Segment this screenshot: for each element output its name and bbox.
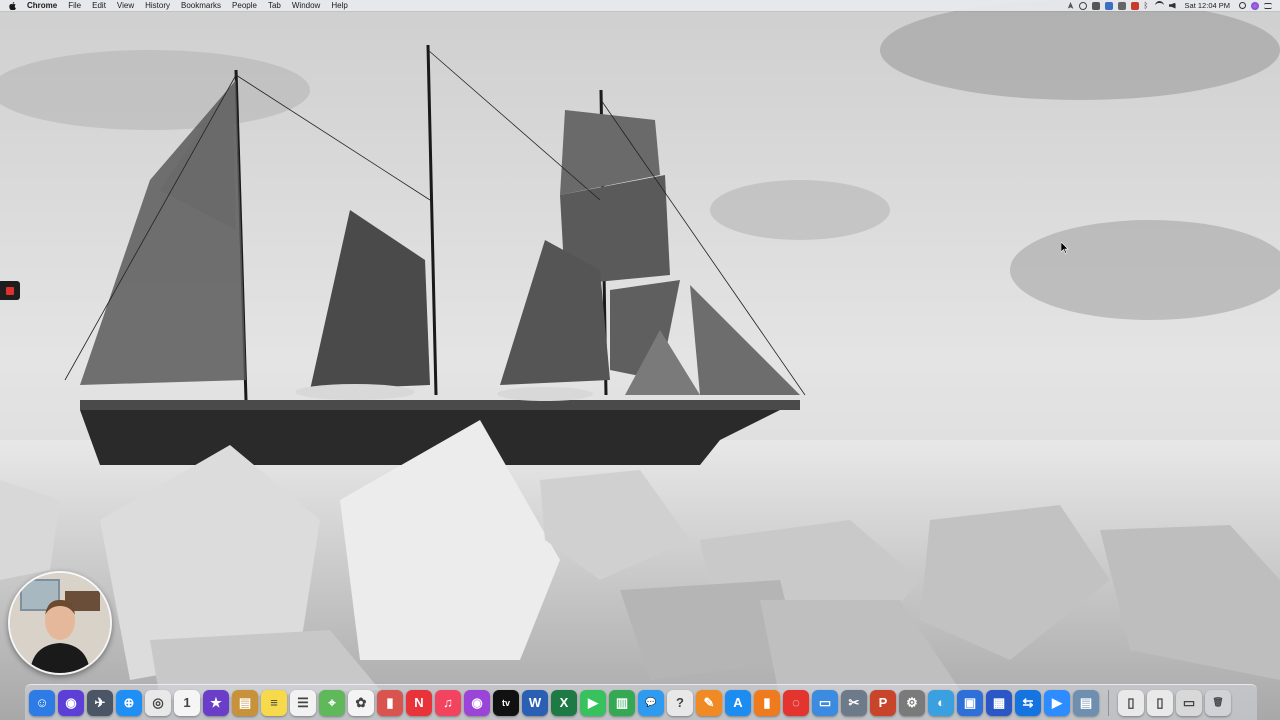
dropbox-icon[interactable]	[1104, 1, 1113, 10]
finder-icon[interactable]: ☺	[29, 689, 55, 716]
menu-bar-status-area: ᛒ Sat 12:04 PM	[1067, 0, 1280, 11]
apple-tv-icon[interactable]: tv	[493, 689, 519, 716]
dock-separator	[1108, 689, 1109, 716]
menu-bar: Chrome File Edit View History Bookmarks …	[0, 0, 1280, 11]
menu-window[interactable]: Window	[292, 0, 320, 11]
recording-indicator[interactable]	[0, 281, 20, 300]
excel-icon[interactable]: X	[551, 689, 577, 716]
stop-record-icon	[6, 286, 14, 295]
siri-icon[interactable]: ◉	[58, 689, 84, 716]
adobe-icon[interactable]	[1091, 1, 1100, 10]
books-icon[interactable]: ▮	[754, 689, 780, 716]
network-icon[interactable]: ◐	[928, 689, 954, 716]
screen-record-icon[interactable]	[1078, 1, 1087, 10]
menu-edit[interactable]: Edit	[92, 0, 106, 11]
music-icon[interactable]: ♫	[435, 689, 461, 716]
zoom-icon[interactable]: ▶	[1044, 689, 1070, 716]
extension-icon[interactable]	[1130, 1, 1139, 10]
numbers-icon[interactable]: ▥	[609, 689, 635, 716]
launchpad-icon[interactable]: ✈	[87, 689, 113, 716]
apple-menu-icon[interactable]	[9, 1, 19, 11]
mouse-cursor-icon	[1061, 242, 1069, 254]
document-icon[interactable]: ▯	[1118, 689, 1144, 716]
trash-icon[interactable]: 🗑	[1205, 689, 1231, 716]
file-icon[interactable]: ▮	[377, 689, 403, 716]
safari-icon[interactable]: ⊕	[116, 689, 142, 716]
chrome-icon[interactable]: ◎	[145, 689, 171, 716]
system-preferences-icon[interactable]: ⚙	[899, 689, 925, 716]
reminders-icon[interactable]: ☰	[290, 689, 316, 716]
menu-file[interactable]: File	[68, 0, 81, 11]
keynote-icon[interactable]: ▭	[812, 689, 838, 716]
menu-app-name[interactable]: Chrome	[27, 0, 57, 11]
news-icon[interactable]: N	[406, 689, 432, 716]
spotlight-icon[interactable]	[1239, 2, 1246, 9]
notification-center-icon[interactable]	[1264, 2, 1272, 9]
menu-bar-clock[interactable]: Sat 12:04 PM	[1185, 1, 1230, 10]
photos-icon[interactable]: ✿	[348, 689, 374, 716]
menu-history[interactable]: History	[145, 0, 170, 11]
location-icon[interactable]	[1067, 2, 1074, 9]
notebook-icon[interactable]: ▤	[232, 689, 258, 716]
wifi-icon[interactable]	[1154, 1, 1164, 10]
maps-icon[interactable]: ⌖	[319, 689, 345, 716]
teamviewer-icon[interactable]: ⇆	[1015, 689, 1041, 716]
app-store-icon[interactable]: A	[725, 689, 751, 716]
dock: ☺ ◉ ✈ ⊕ ◎ 1 ★ ▤ ≡ ☰ ⌖ ✿ ▮ N ♫ ◉ tv W X ▶ ▥ 💬? ✎ A ▮ ◌ ▭ ✂ P ⚙ ◐ ▣ ▦ ⇆ ▶ ▤ ▯ ▯…	[25, 684, 1257, 720]
word-icon[interactable]: W	[522, 689, 548, 716]
help-icon[interactable]: ?	[667, 689, 693, 716]
pages-icon[interactable]: ✎	[696, 689, 722, 716]
directory-icon[interactable]: ▦	[986, 689, 1012, 716]
imovie-star-icon[interactable]: ★	[203, 689, 229, 716]
bluetooth-icon[interactable]: ᛒ	[1144, 1, 1150, 10]
screenshot-icon[interactable]	[1117, 1, 1126, 10]
creative-cloud-icon[interactable]: ◌	[783, 689, 809, 716]
menu-help[interactable]: Help	[331, 0, 347, 11]
volume-icon[interactable]	[1168, 2, 1176, 9]
menu-people[interactable]: People	[232, 0, 257, 11]
facetime-icon[interactable]: ▶	[580, 689, 606, 716]
downloads-icon[interactable]: ▭	[1176, 689, 1202, 716]
podcasts-icon[interactable]: ◉	[464, 689, 490, 716]
webcam-overlay	[8, 571, 112, 675]
desktop-wallpaper	[0, 0, 1280, 720]
document-2-icon[interactable]: ▯	[1147, 689, 1173, 716]
menu-tab[interactable]: Tab	[268, 0, 281, 11]
notes-icon[interactable]: ≡	[261, 689, 287, 716]
menu-bookmarks[interactable]: Bookmarks	[181, 0, 221, 11]
messages-icon[interactable]: 💬	[638, 689, 664, 716]
powerpoint-icon[interactable]: P	[870, 689, 896, 716]
preview-icon[interactable]: ▤	[1073, 689, 1099, 716]
menu-view[interactable]: View	[117, 0, 134, 11]
calendar-icon[interactable]: 1	[174, 689, 200, 716]
screen-share-icon[interactable]: ▣	[957, 689, 983, 716]
desktop[interactable]: Chrome File Edit View History Bookmarks …	[0, 0, 1280, 720]
siri-icon[interactable]	[1251, 1, 1259, 10]
system-tools-icon[interactable]: ✂	[841, 689, 867, 716]
